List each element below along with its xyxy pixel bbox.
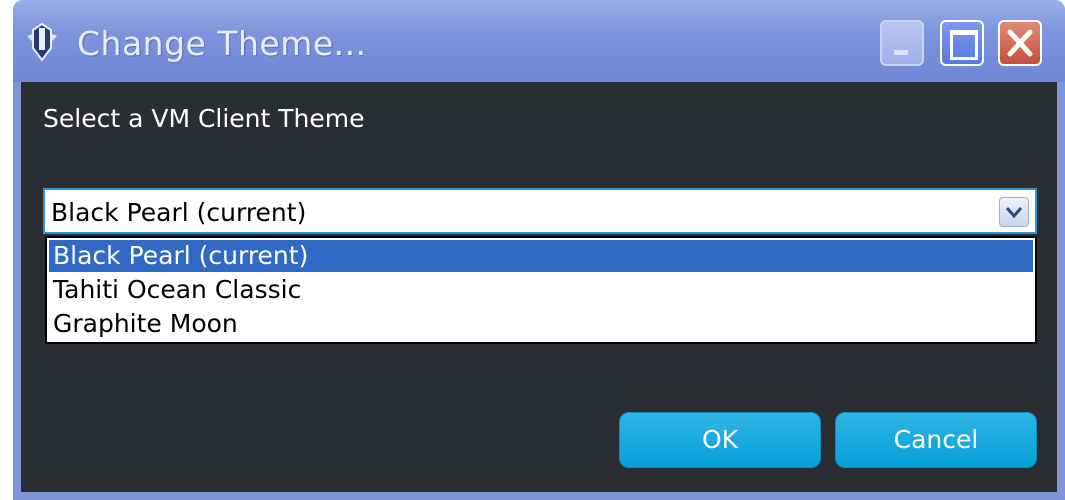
theme-dropdown-list: Black Pearl (current) Tahiti Ocean Class… bbox=[45, 236, 1037, 344]
vm-client-icon bbox=[27, 22, 57, 62]
ok-button[interactable]: OK bbox=[619, 412, 821, 468]
minimize-icon bbox=[894, 50, 908, 55]
theme-option-black-pearl[interactable]: Black Pearl (current) bbox=[49, 240, 1033, 272]
maximize-icon bbox=[950, 30, 978, 60]
theme-select-value: Black Pearl (current) bbox=[51, 198, 307, 227]
minimize-button[interactable] bbox=[880, 20, 924, 66]
theme-option-graphite-moon[interactable]: Graphite Moon bbox=[49, 308, 1033, 340]
close-icon bbox=[1007, 29, 1033, 57]
theme-select[interactable]: Black Pearl (current) bbox=[43, 188, 1037, 234]
cancel-button[interactable]: Cancel bbox=[835, 412, 1037, 468]
chevron-down-icon bbox=[1005, 207, 1023, 219]
window-title: Change Theme... bbox=[77, 24, 367, 63]
dialog-body: Select a VM Client Theme Black Pearl (cu… bbox=[21, 82, 1057, 492]
change-theme-window: Change Theme... Select a VM Client Theme… bbox=[13, 0, 1065, 500]
theme-prompt-label: Select a VM Client Theme bbox=[43, 104, 365, 133]
title-bar[interactable]: Change Theme... bbox=[13, 0, 1065, 82]
maximize-button[interactable] bbox=[940, 20, 984, 66]
dropdown-button[interactable] bbox=[999, 197, 1029, 227]
theme-option-tahiti-ocean-classic[interactable]: Tahiti Ocean Classic bbox=[49, 274, 1033, 306]
close-button[interactable] bbox=[998, 20, 1042, 66]
